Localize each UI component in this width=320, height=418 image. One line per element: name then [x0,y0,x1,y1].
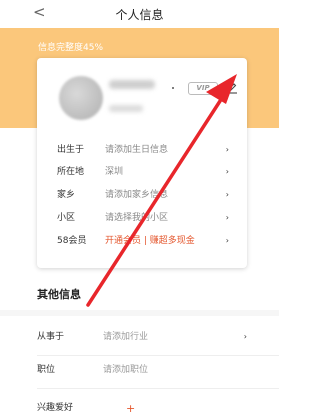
row-hometown[interactable]: 家乡 请添加家乡信息 › [57,186,237,204]
profile-card: VIP 出生于 请添加生日信息 › 所在地 深圳 › 家乡 请添加家乡信息 › … [37,58,247,268]
row-divider [37,388,279,389]
row-value: 请添加生日信息 [105,145,169,155]
row-label: 兴趣爱好 [37,403,74,413]
row-label: 58会员 [57,236,87,246]
row-label: 所在地 [57,167,85,177]
chevron-right-icon: › [225,190,229,199]
row-location[interactable]: 所在地 深圳 › [57,163,237,181]
row-label: 小区 [57,213,76,223]
row-community[interactable]: 小区 请选择我的小区 › [57,209,237,227]
chevron-right-icon: › [225,145,229,154]
page-title: 个人信息 [115,8,164,22]
add-hobby-plus-icon[interactable]: + [126,402,135,415]
chevron-right-icon: › [225,236,229,245]
chevron-right-icon: › [225,213,229,222]
completeness-label: 信息完整度45% [38,43,104,53]
chevron-right-icon: › [243,332,247,341]
chevron-right-icon: › [225,167,229,176]
row-label: 出生于 [57,145,85,155]
membership-promo-link[interactable]: 开通会员 | 赚超多现金 [105,232,195,250]
row-industry[interactable]: 从事于 请添加行业 › [37,327,257,347]
row-label: 家乡 [57,190,76,200]
row-value: 请添加职位 [103,365,149,375]
row-value: 请添加行业 [103,332,149,342]
blurred-username [109,80,155,89]
row-hobbies[interactable]: 兴趣爱好 [37,398,257,418]
row-value: 请添加家乡信息 [105,190,169,200]
top-nav-bar: < 个人信息 [0,0,279,28]
section-divider [0,310,279,316]
row-value: 请选择我的小区 [105,213,169,223]
edit-pencil-icon[interactable] [225,80,239,94]
row-label: 职位 [37,365,56,375]
row-divider [37,355,279,356]
row-position[interactable]: 职位 请添加职位 [37,360,257,380]
vip-badge: VIP [188,82,218,95]
separator-dot [172,87,174,89]
row-membership[interactable]: 58会员 开通会员 | 赚超多现金 › [57,232,237,250]
row-value: 深圳 [105,167,124,177]
row-birthday[interactable]: 出生于 请添加生日信息 › [57,141,237,159]
avatar[interactable] [59,76,103,120]
blurred-user-id [109,105,143,112]
row-label: 从事于 [37,332,65,342]
other-info-heading: 其他信息 [37,288,81,301]
